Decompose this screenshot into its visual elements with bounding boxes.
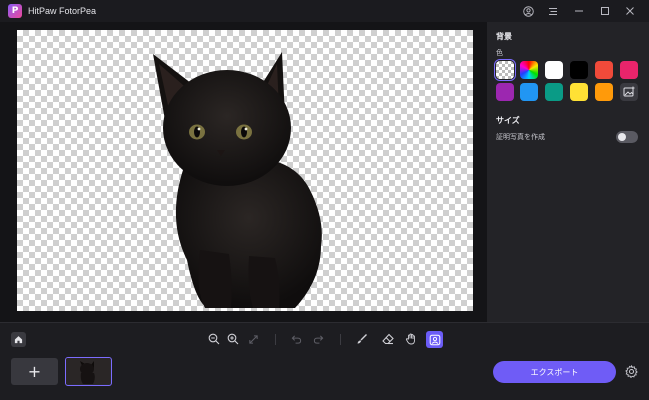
close-icon[interactable] <box>617 0 643 22</box>
zoom-in-icon[interactable] <box>226 332 240 346</box>
image-canvas[interactable] <box>17 30 473 311</box>
home-button[interactable] <box>11 332 26 347</box>
toolbar-divider <box>340 334 341 345</box>
brush-icon[interactable] <box>355 332 369 346</box>
background-title: 背景 <box>496 32 512 41</box>
eraser-icon[interactable] <box>381 332 395 346</box>
home-icon <box>14 336 23 344</box>
compare-icon[interactable] <box>426 331 443 348</box>
id-photo-label: 証明写真を作成 <box>496 133 545 141</box>
image-thumbnail[interactable] <box>65 357 112 386</box>
swatch-transparent[interactable] <box>494 59 516 81</box>
swatch-purple[interactable] <box>496 83 514 101</box>
minimize-icon[interactable] <box>566 0 592 22</box>
app-title: HitPaw FotorPea <box>28 6 97 16</box>
swatch-rainbow[interactable] <box>520 61 538 79</box>
fit-screen-icon[interactable] <box>246 332 260 346</box>
app-logo-icon: P <box>8 4 22 18</box>
swatch-black[interactable] <box>570 61 588 79</box>
color-label: 色 <box>496 49 503 57</box>
cat-image <box>153 52 322 308</box>
swatch-blue[interactable] <box>520 83 538 101</box>
export-button[interactable]: エクスポート <box>493 361 616 383</box>
swatch-red[interactable] <box>595 61 613 79</box>
swatch-pink[interactable] <box>620 61 638 79</box>
zoom-out-icon[interactable] <box>207 332 221 346</box>
account-icon[interactable] <box>515 0 541 22</box>
background-panel: 背景 色 サイズ 証明写真を作成 <box>487 22 649 322</box>
redo-icon[interactable] <box>311 332 325 346</box>
id-photo-toggle[interactable] <box>616 131 638 143</box>
canvas-area <box>0 22 487 322</box>
custom-image-icon[interactable] <box>620 83 638 101</box>
swatch-yellow[interactable] <box>570 83 588 101</box>
toolbar-divider <box>275 334 276 345</box>
bottom-bar: + エクスポート <box>0 322 649 400</box>
swatch-orange[interactable] <box>595 83 613 101</box>
size-title: サイズ <box>496 116 520 125</box>
swatch-teal[interactable] <box>545 83 563 101</box>
undo-icon[interactable] <box>289 332 303 346</box>
hand-icon[interactable] <box>404 332 418 346</box>
add-image-button[interactable]: + <box>11 358 58 385</box>
thumbnail-cat-image <box>66 358 110 384</box>
maximize-icon[interactable] <box>592 0 618 22</box>
menu-icon[interactable] <box>540 0 566 22</box>
title-bar: P HitPaw FotorPea <box>0 0 649 22</box>
settings-icon[interactable] <box>624 364 639 379</box>
swatch-white[interactable] <box>545 61 563 79</box>
